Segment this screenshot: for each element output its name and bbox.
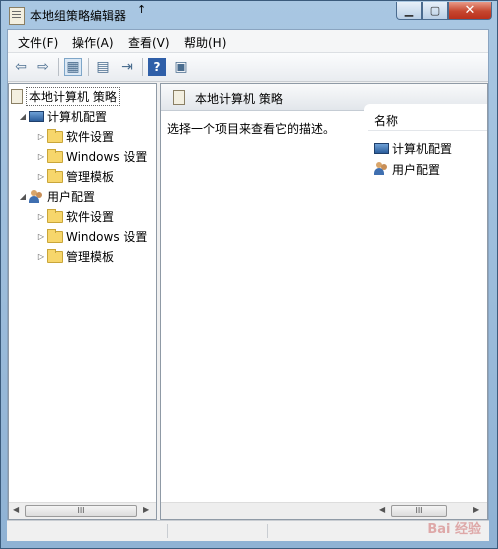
mouse-cursor-icon: ↑ bbox=[137, 3, 147, 16]
tree-node-label: Windows 设置 bbox=[66, 230, 148, 244]
menu-view[interactable]: 查看(V) bbox=[128, 34, 170, 51]
items-list[interactable]: 名称 计算机配置 用户配置 bbox=[364, 104, 487, 519]
menu-bar: 文件(F) 操作(A) 查看(V) 帮助(H) bbox=[8, 30, 488, 53]
details-horizontal-scrollbar[interactable]: ◀ III ▶ bbox=[161, 502, 487, 519]
tree-node-user-config[interactable]: ◢ 用户配置 bbox=[17, 187, 95, 206]
tree-node-label: 管理模板 bbox=[66, 170, 115, 184]
toolbar-separator bbox=[142, 58, 143, 76]
tree-node-label: 软件设置 bbox=[66, 210, 115, 224]
policy-document-icon bbox=[11, 89, 23, 104]
tree-node-computer-windows[interactable]: ▷ Windows 设置 bbox=[35, 147, 147, 166]
watermark-text: Bai 经验 bbox=[427, 522, 481, 537]
tree-node-label: Windows 设置 bbox=[66, 150, 148, 164]
tree-node-label: 管理模板 bbox=[66, 250, 115, 264]
expanded-arrow-icon[interactable]: ◢ bbox=[17, 112, 29, 121]
menu-action[interactable]: 操作(A) bbox=[72, 34, 114, 51]
list-item-label: 计算机配置 bbox=[392, 141, 453, 156]
scroll-right-icon[interactable]: ▶ bbox=[143, 505, 149, 514]
computer-icon bbox=[29, 111, 44, 122]
description-text: 选择一个项目来查看它的描述。 bbox=[167, 122, 336, 136]
users-icon bbox=[29, 189, 44, 204]
tree-node-computer-config[interactable]: ◢ 计算机配置 bbox=[17, 107, 107, 126]
folder-icon bbox=[47, 148, 63, 163]
window-controls: ▁ ▢ ✕ bbox=[396, 2, 492, 21]
toolbar-separator bbox=[58, 58, 59, 76]
tree-node-root[interactable]: 本地计算机 策略 bbox=[11, 87, 120, 106]
export-list-icon[interactable]: ⇥ bbox=[118, 58, 136, 76]
collapsed-arrow-icon[interactable]: ▷ bbox=[35, 212, 47, 221]
folder-icon bbox=[47, 128, 63, 143]
tree-node-user-windows[interactable]: ▷ Windows 设置 bbox=[35, 227, 147, 246]
tree-node-label: 软件设置 bbox=[66, 130, 115, 144]
tree-node-computer-admin[interactable]: ▷ 管理模板 bbox=[35, 167, 114, 186]
collapsed-arrow-icon[interactable]: ▷ bbox=[35, 172, 47, 181]
collapsed-arrow-icon[interactable]: ▷ bbox=[35, 232, 47, 241]
show-hide-tree-icon[interactable]: ▦ bbox=[64, 58, 82, 76]
scroll-right-icon[interactable]: ▶ bbox=[473, 505, 479, 514]
column-divider bbox=[368, 130, 487, 131]
collapsed-arrow-icon[interactable]: ▷ bbox=[35, 252, 47, 261]
scroll-left-icon[interactable]: ◀ bbox=[13, 505, 19, 514]
folder-icon bbox=[47, 228, 63, 243]
client-area: 文件(F) 操作(A) 查看(V) 帮助(H) ⇦ ⇨ ▦ ▤ ⇥ ? ▣ 本地… bbox=[7, 29, 489, 541]
forward-arrow-icon[interactable]: ⇨ bbox=[34, 58, 52, 76]
list-item-computer-config[interactable]: 计算机配置 bbox=[374, 139, 452, 157]
back-arrow-icon[interactable]: ⇦ bbox=[12, 58, 30, 76]
menu-help[interactable]: 帮助(H) bbox=[184, 34, 226, 51]
status-bar: Bai 经验 bbox=[7, 520, 489, 541]
tree-node-label: 本地计算机 策略 bbox=[26, 87, 120, 106]
scroll-left-icon[interactable]: ◀ bbox=[379, 505, 385, 514]
computer-icon bbox=[374, 142, 389, 154]
minimize-button[interactable]: ▁ bbox=[396, 2, 422, 20]
tree-node-label: 计算机配置 bbox=[47, 110, 108, 124]
title-bar[interactable]: 本地组策略编辑器 ↑ ▁ ▢ ✕ bbox=[1, 1, 497, 29]
folder-icon bbox=[47, 248, 63, 263]
details-pane: 本地计算机 策略 选择一个项目来查看它的描述。 名称 计算机配置 用户配置 ◀ … bbox=[160, 83, 488, 520]
expanded-arrow-icon[interactable]: ◢ bbox=[17, 192, 29, 201]
help-icon[interactable]: ? bbox=[148, 58, 166, 76]
window-title: 本地组策略编辑器 bbox=[30, 9, 127, 23]
tree-node-user-admin[interactable]: ▷ 管理模板 bbox=[35, 247, 114, 266]
toolbar: ⇦ ⇨ ▦ ▤ ⇥ ? ▣ bbox=[8, 53, 488, 82]
tree-node-label: 用户配置 bbox=[47, 190, 96, 204]
folder-icon bbox=[47, 168, 63, 183]
policy-editor-app-icon bbox=[9, 7, 25, 25]
policy-document-icon bbox=[173, 90, 185, 105]
users-icon bbox=[374, 162, 389, 176]
folder-icon bbox=[47, 208, 63, 223]
tree-horizontal-scrollbar[interactable]: ◀ III ▶ bbox=[9, 502, 156, 519]
properties-icon[interactable]: ▤ bbox=[94, 58, 112, 76]
toolbar-separator bbox=[88, 58, 89, 76]
scroll-thumb[interactable]: III bbox=[391, 505, 447, 517]
tree-node-user-software[interactable]: ▷ 软件设置 bbox=[35, 207, 114, 226]
scroll-thumb[interactable]: III bbox=[25, 505, 137, 517]
column-header-name[interactable]: 名称 bbox=[374, 112, 398, 129]
menu-file[interactable]: 文件(F) bbox=[18, 34, 58, 51]
maximize-button[interactable]: ▢ bbox=[422, 2, 448, 20]
status-divider bbox=[267, 524, 268, 538]
status-divider bbox=[167, 524, 168, 538]
details-title: 本地计算机 策略 bbox=[195, 92, 283, 106]
show-action-pane-icon[interactable]: ▣ bbox=[172, 58, 190, 76]
list-item-label: 用户配置 bbox=[392, 162, 441, 177]
list-item-user-config[interactable]: 用户配置 bbox=[374, 160, 440, 178]
close-button[interactable]: ✕ bbox=[448, 2, 492, 20]
tree-node-computer-software[interactable]: ▷ 软件设置 bbox=[35, 127, 114, 146]
tree-pane[interactable]: 本地计算机 策略 ◢ 计算机配置 ▷ 软件设置 ▷ Windows 设置 ▷ 管… bbox=[8, 83, 157, 520]
collapsed-arrow-icon[interactable]: ▷ bbox=[35, 132, 47, 141]
collapsed-arrow-icon[interactable]: ▷ bbox=[35, 152, 47, 161]
